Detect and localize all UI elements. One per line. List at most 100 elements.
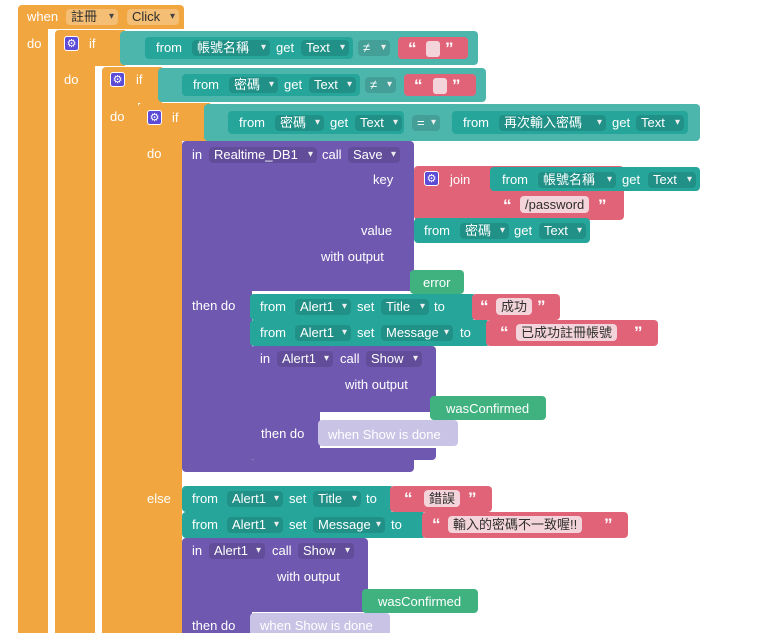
if3-do-keyword: do bbox=[147, 146, 162, 161]
join-prop-dropdown[interactable]: Text bbox=[648, 172, 696, 188]
success-msg-from-label: from bbox=[260, 325, 286, 340]
else-show-in-keyword: in bbox=[192, 543, 203, 558]
if3-mutator-gear-icon[interactable]: ⚙ bbox=[147, 110, 162, 125]
success-msg-prop-dropdown[interactable]: Message bbox=[381, 325, 453, 341]
else-title-quote-close: ” bbox=[468, 489, 477, 508]
value-from-label: from bbox=[424, 223, 450, 238]
if3-spine bbox=[138, 141, 182, 633]
if1-quote-close: ” bbox=[445, 39, 454, 58]
success-title-from-label: from bbox=[260, 299, 286, 314]
else-msg-value-field[interactable]: 輸入的密碼不一致喔!! bbox=[448, 516, 583, 533]
password-quote-open: “ bbox=[503, 196, 512, 215]
if2-quote-close: ” bbox=[452, 76, 461, 95]
else-show-method-dropdown[interactable]: Show bbox=[298, 543, 354, 559]
if2-spine bbox=[102, 103, 138, 633]
success-title-component-dropdown[interactable]: Alert1 bbox=[295, 299, 351, 315]
success-title-prop-dropdown[interactable]: Title bbox=[381, 299, 429, 315]
if1-component-dropdown[interactable]: 帳號名稱 bbox=[192, 40, 270, 56]
save-value-label: value bbox=[361, 223, 393, 238]
if1-spine bbox=[55, 66, 95, 633]
error-output-label: error bbox=[423, 275, 451, 290]
else-title-to-label: to bbox=[366, 491, 377, 506]
if1-quote-open: “ bbox=[408, 39, 417, 58]
else-msg-from-label: from bbox=[192, 517, 218, 532]
else-title-from-label: from bbox=[192, 491, 218, 506]
success-msg-to-label: to bbox=[460, 325, 471, 340]
if1-do-keyword: do bbox=[64, 72, 79, 87]
save-method-dropdown[interactable]: Save bbox=[348, 147, 400, 163]
password-suffix-field[interactable]: /password bbox=[520, 196, 590, 213]
success-title-to-label: to bbox=[434, 299, 445, 314]
if2-keyword: if bbox=[136, 72, 143, 87]
event-block-spine bbox=[18, 29, 48, 633]
success-msg-quote-close: ” bbox=[634, 323, 643, 342]
join-mutator-gear-icon[interactable]: ⚙ bbox=[424, 171, 439, 186]
else-show-call-keyword: call bbox=[272, 543, 292, 558]
if3-left-component-dropdown[interactable]: 密碼 bbox=[275, 115, 324, 131]
success-msg-component-dropdown[interactable]: Alert1 bbox=[295, 325, 351, 341]
event-do-keyword: do bbox=[27, 36, 42, 51]
save-component-dropdown[interactable]: Realtime_DB1 bbox=[209, 147, 317, 163]
success-title-quote-open: “ bbox=[480, 297, 489, 316]
if1-empty-string-field[interactable] bbox=[426, 41, 440, 57]
else-title-prop-dropdown[interactable]: Title bbox=[313, 491, 361, 507]
if3-operator-dropdown[interactable]: = bbox=[412, 115, 440, 131]
save-in-keyword: in bbox=[192, 147, 203, 162]
else-title-component-dropdown[interactable]: Alert1 bbox=[227, 491, 283, 507]
if2-empty-string-field[interactable] bbox=[433, 78, 447, 94]
success-show-method-dropdown[interactable]: Show bbox=[366, 351, 422, 367]
if2-operator-dropdown[interactable]: ≠ bbox=[365, 77, 396, 93]
else-msg-prop-dropdown[interactable]: Message bbox=[313, 517, 385, 533]
value-prop-dropdown[interactable]: Text bbox=[539, 223, 586, 239]
save-with-output-label: with output bbox=[321, 249, 384, 264]
save-then-do-label: then do bbox=[192, 298, 236, 313]
success-show-component-dropdown[interactable]: Alert1 bbox=[277, 351, 333, 367]
if2-prop-dropdown[interactable]: Text bbox=[309, 77, 356, 93]
join-component-dropdown[interactable]: 帳號名稱 bbox=[538, 172, 616, 188]
else-show-component-dropdown[interactable]: Alert1 bbox=[209, 543, 265, 559]
if3-left-get-label: get bbox=[330, 115, 349, 130]
success-msg-value-field[interactable]: 已成功註冊帳號 bbox=[516, 324, 618, 341]
if3-right-prop-dropdown[interactable]: Text bbox=[636, 115, 684, 131]
if2-component-dropdown[interactable]: 密碼 bbox=[229, 77, 278, 93]
if1-operator-dropdown[interactable]: ≠ bbox=[358, 40, 390, 56]
if2-quote-open: “ bbox=[414, 76, 423, 95]
else-msg-to-label: to bbox=[391, 517, 402, 532]
if1-from-label: from bbox=[156, 40, 182, 55]
success-show-in-keyword: in bbox=[260, 351, 271, 366]
else-title-value-field[interactable]: 錯誤 bbox=[424, 490, 461, 507]
if1-prop-dropdown[interactable]: Text bbox=[301, 40, 349, 56]
else-msg-quote-close: ” bbox=[604, 515, 613, 534]
success-title-value-field[interactable]: 成功 bbox=[496, 298, 533, 315]
save-call-block[interactable] bbox=[182, 141, 414, 291]
join-keyword: join bbox=[450, 172, 471, 187]
success-msg-quote-open: “ bbox=[500, 323, 509, 342]
if2-do-keyword: do bbox=[110, 109, 125, 124]
if1-mutator-gear-icon[interactable]: ⚙ bbox=[64, 36, 79, 51]
success-msg-set-label: set bbox=[357, 325, 375, 340]
success-show-bottom bbox=[250, 448, 436, 460]
value-component-dropdown[interactable]: 密碼 bbox=[460, 223, 509, 239]
else-show-with-output-label: with output bbox=[277, 569, 340, 584]
event-name-dropdown[interactable]: Click bbox=[127, 9, 179, 25]
success-show-call-keyword: call bbox=[340, 351, 360, 366]
if3-left-prop-dropdown[interactable]: Text bbox=[355, 115, 402, 131]
event-component-dropdown[interactable]: 註冊 bbox=[66, 9, 118, 25]
join-from-label: from bbox=[502, 172, 528, 187]
if3-else-keyword: else bbox=[147, 491, 171, 506]
if3-right-from-label: from bbox=[463, 115, 489, 130]
password-quote-close: ” bbox=[598, 196, 607, 215]
if3-right-component-dropdown[interactable]: 再次輸入密碼 bbox=[499, 115, 606, 131]
if3-right-get-label: get bbox=[612, 115, 631, 130]
if3-keyword: if bbox=[172, 110, 179, 125]
save-call-then-spine bbox=[182, 291, 252, 463]
if1-get-label: get bbox=[276, 40, 295, 55]
else-title-quote-open: “ bbox=[404, 489, 413, 508]
success-title-quote-close: ” bbox=[537, 297, 546, 316]
else-msg-set-label: set bbox=[289, 517, 307, 532]
success-then-do-label: then do bbox=[261, 426, 305, 441]
if2-from-label: from bbox=[193, 77, 219, 92]
else-placeholder-label: when Show is done bbox=[260, 618, 373, 633]
if2-mutator-gear-icon[interactable]: ⚙ bbox=[110, 72, 125, 87]
else-msg-component-dropdown[interactable]: Alert1 bbox=[227, 517, 283, 533]
